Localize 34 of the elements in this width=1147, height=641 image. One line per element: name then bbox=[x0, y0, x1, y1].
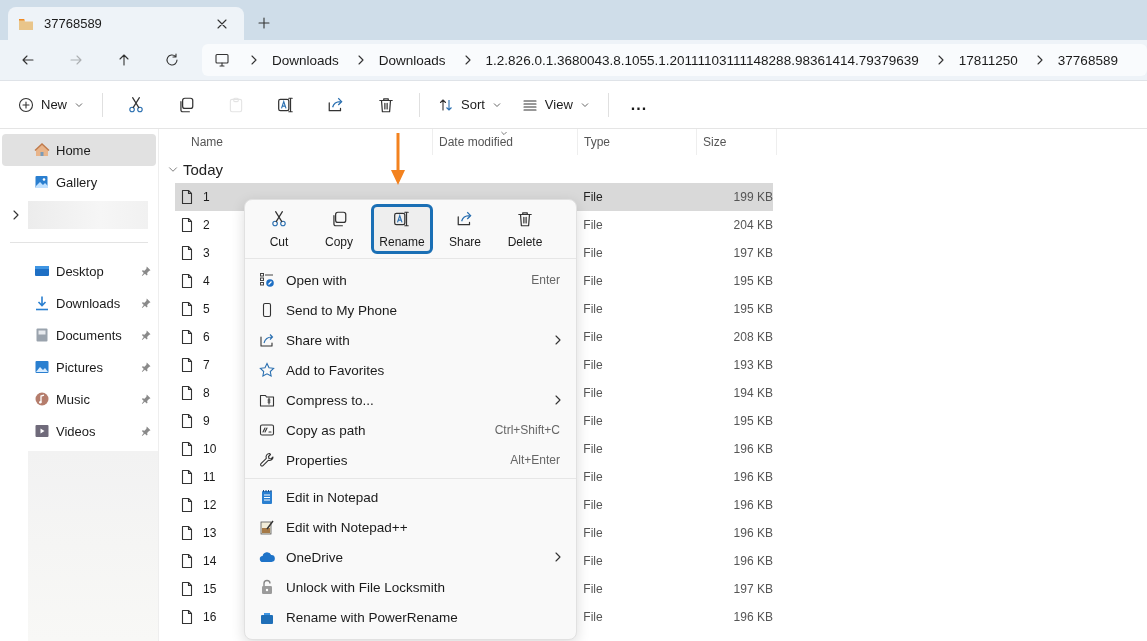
file-type: File bbox=[582, 470, 604, 484]
file-size: 193 KB bbox=[732, 358, 773, 372]
file-size: 196 KB bbox=[732, 526, 773, 540]
file-size: 196 KB bbox=[732, 442, 773, 456]
file-size: 204 KB bbox=[732, 218, 773, 232]
file-type: File bbox=[582, 386, 604, 400]
file-type: File bbox=[582, 330, 604, 344]
file-size: 199 KB bbox=[732, 190, 773, 204]
file-size: 194 KB bbox=[732, 386, 773, 400]
file-size: 196 KB bbox=[732, 498, 773, 512]
file-type: File bbox=[582, 246, 604, 260]
file-size: 197 KB bbox=[732, 582, 773, 596]
file-size: 196 KB bbox=[732, 610, 773, 624]
file-size: 196 KB bbox=[732, 554, 773, 568]
file-type: File bbox=[582, 414, 604, 428]
group-header: Today bbox=[183, 160, 224, 178]
file-type: File bbox=[582, 302, 604, 316]
file-type: File bbox=[582, 274, 604, 288]
file-type: File bbox=[582, 582, 604, 596]
file-type: File bbox=[582, 358, 604, 372]
file-type: File bbox=[582, 498, 604, 512]
file-type: File bbox=[582, 526, 604, 540]
file-type: File bbox=[582, 442, 604, 456]
file-size: 195 KB bbox=[732, 414, 773, 428]
file-type: File bbox=[582, 190, 604, 204]
file-size: 196 KB bbox=[732, 470, 773, 484]
tab-title: 37768589 bbox=[44, 16, 103, 31]
file-size: 195 KB bbox=[732, 274, 773, 288]
file-size: 197 KB bbox=[732, 246, 773, 260]
file-size: 195 KB bbox=[732, 302, 773, 316]
file-type: File bbox=[582, 554, 604, 568]
file-size: 208 KB bbox=[732, 330, 773, 344]
file-type: File bbox=[582, 218, 604, 232]
file-type: File bbox=[582, 610, 604, 624]
